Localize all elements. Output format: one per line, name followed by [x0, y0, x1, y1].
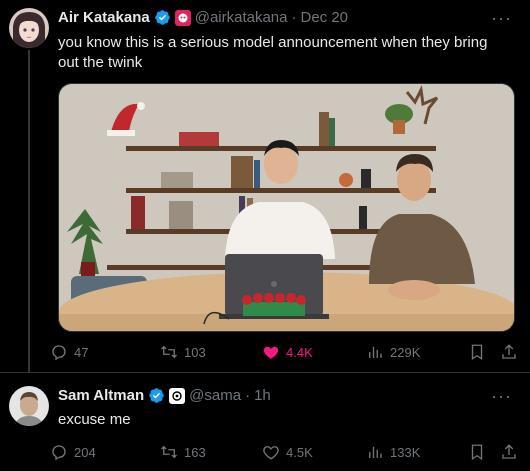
tweet-air-katakana[interactable]: Air Katakana @airkatakana · Dec 20 ··· y… [0, 0, 530, 372]
avatar[interactable] [9, 8, 49, 48]
share-icon [502, 344, 516, 359]
repost-count: 163 [184, 444, 206, 460]
reply-button[interactable]: 47 [50, 342, 88, 362]
repost-icon [161, 345, 177, 359]
heart-filled-icon [263, 346, 279, 359]
bookmark-icon [471, 444, 483, 461]
tweet-text: excuse me [58, 411, 131, 428]
bookmark-icon [471, 344, 483, 361]
views-chart-icon [369, 346, 382, 358]
tweet-media-image[interactable] [58, 83, 515, 332]
like-count: 4.4K [286, 344, 313, 360]
reply-button[interactable]: 204 [50, 442, 96, 462]
thread-line [28, 50, 30, 372]
anime-avatar-icon [9, 8, 49, 48]
share-button[interactable] [500, 342, 518, 362]
separator-dot: · [291, 9, 297, 26]
avatar[interactable] [9, 386, 49, 426]
repost-button[interactable]: 163 [160, 442, 206, 462]
views-button[interactable]: 133K [366, 442, 420, 462]
tweet-text: you know this is a serious model announc… [58, 34, 488, 71]
view-count: 133K [390, 444, 421, 460]
handle[interactable]: @sama [189, 387, 241, 404]
reply-icon [52, 445, 66, 461]
reply-icon [52, 345, 66, 361]
tweet-sam-altman[interactable]: Sam Altman @sama · 1h ··· excuse me 204 … [0, 372, 530, 471]
like-count: 4.5K [286, 444, 313, 460]
more-options-icon[interactable]: ··· [491, 386, 512, 407]
views-button[interactable]: 229K [366, 342, 420, 362]
separator-dot: · [245, 387, 251, 404]
openai-affiliate-badge-icon[interactable] [169, 387, 186, 404]
bookmark-button[interactable] [468, 442, 486, 462]
heart-icon [263, 446, 279, 460]
video-still-icon [59, 84, 514, 331]
repost-count: 103 [184, 344, 206, 360]
verified-badge-icon[interactable] [148, 387, 165, 404]
share-button[interactable] [500, 442, 518, 462]
view-count: 229K [390, 344, 421, 360]
tweet-actions: 47 103 4.4K 229K [50, 342, 520, 362]
like-button[interactable]: 4.4K [262, 342, 313, 362]
bookmark-button[interactable] [468, 342, 486, 362]
timestamp[interactable]: Dec 20 [301, 9, 349, 26]
tweet-actions: 204 163 4.5K 133K [50, 442, 520, 462]
display-name[interactable]: Sam Altman [58, 387, 144, 404]
views-chart-icon [369, 446, 382, 458]
display-name[interactable]: Air Katakana [58, 9, 150, 26]
timestamp[interactable]: 1h [254, 387, 271, 404]
reply-count: 47 [74, 344, 89, 360]
repost-icon [161, 445, 177, 459]
reply-count: 204 [74, 444, 96, 460]
person-avatar-icon [9, 386, 49, 426]
like-button[interactable]: 4.5K [262, 442, 313, 462]
share-icon [502, 444, 516, 459]
more-options-icon[interactable]: ··· [491, 8, 512, 29]
repost-button[interactable]: 103 [160, 342, 206, 362]
handle[interactable]: @airkatakana [195, 9, 288, 26]
affiliate-badge-icon[interactable] [174, 9, 191, 26]
verified-badge-icon[interactable] [154, 9, 171, 26]
